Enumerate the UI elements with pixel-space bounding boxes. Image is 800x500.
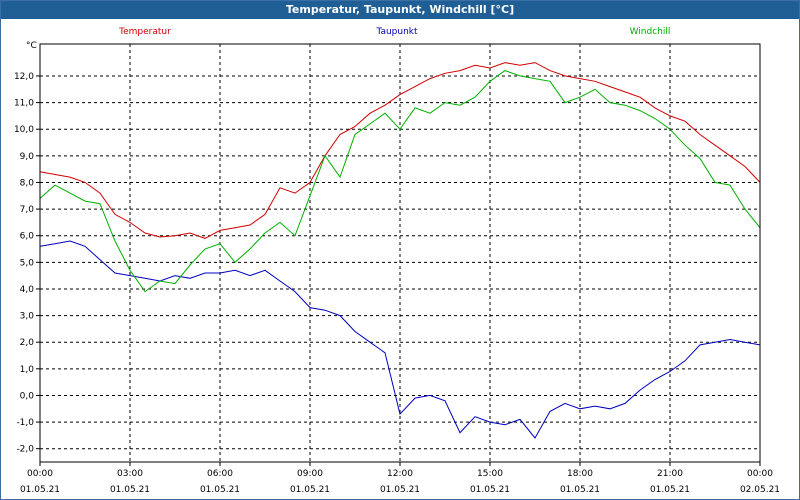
x-tick-date: 01.05.21 xyxy=(200,485,240,495)
x-tick-time: 06:00 xyxy=(207,469,233,479)
y-tick-label: 8,0 xyxy=(20,178,35,188)
y-tick-label: 6,0 xyxy=(20,232,35,242)
y-axis-ticks: -2,0 -1,0 0,0 1,0 2,0 3,0 4,0 5,0 6,0 7,0 8,0 9,0 10… xyxy=(14,72,40,455)
legend-entry-taupunkt: Taupunkt xyxy=(375,27,418,37)
y-tick-label: 5,0 xyxy=(20,258,35,268)
y-tick-label: 2,0 xyxy=(20,338,35,348)
legend: Temperatur Taupunkt Windchill xyxy=(118,27,670,37)
x-tick-date: 01.05.21 xyxy=(470,485,510,495)
y-tick-label: -1,0 xyxy=(16,418,34,428)
x-tick-time: 21:00 xyxy=(657,469,683,479)
y-tick-label: 3,0 xyxy=(20,312,35,322)
y-tick-label: -2,0 xyxy=(16,445,34,455)
x-tick-date: 01.05.21 xyxy=(380,485,420,495)
x-tick-time: 18:00 xyxy=(567,469,593,479)
x-tick-time: 15:00 xyxy=(477,469,503,479)
y-tick-label: 0,0 xyxy=(20,391,35,401)
x-tick-date: 01.05.21 xyxy=(650,485,690,495)
x-tick-date: 01.05.21 xyxy=(110,485,150,495)
x-tick-time: 12:00 xyxy=(387,469,413,479)
series-line-windchill xyxy=(39,70,761,293)
y-tick-label: 7,0 xyxy=(20,205,35,215)
legend-entry-temperatur: Temperatur xyxy=(118,27,171,37)
y-unit-label: °C xyxy=(26,41,37,51)
x-tick-time: 09:00 xyxy=(297,469,323,479)
x-tick-date: 01.05.21 xyxy=(20,485,60,495)
y-tick-label: 9,0 xyxy=(20,152,35,162)
x-tick-time: 00:00 xyxy=(747,469,773,479)
x-axis-ticks: 00:00 01.05.21 03:00 01.05.21 06:00 01.05.21 0… xyxy=(20,462,780,495)
x-tick-date: 01.05.21 xyxy=(560,485,600,495)
legend-entry-windchill: Windchill xyxy=(630,27,671,37)
x-tick-time: 03:00 xyxy=(117,469,143,479)
grid xyxy=(40,44,760,462)
y-tick-label: 4,0 xyxy=(20,285,35,295)
chart-svg: -2,0 -1,0 0,0 1,0 2,0 3,0 4,0 5,0 6,0 7,0 8,0 9,0 10… xyxy=(14,27,780,495)
y-tick-label: 1,0 xyxy=(20,365,35,375)
y-tick-label: 12,0 xyxy=(14,72,34,82)
x-tick-time: 00:00 xyxy=(27,469,53,479)
x-tick-date: 02.05.21 xyxy=(740,485,780,495)
x-tick-date: 01.05.21 xyxy=(290,485,330,495)
y-tick-label: 10,0 xyxy=(14,125,34,135)
y-tick-label: 11,0 xyxy=(14,99,34,109)
